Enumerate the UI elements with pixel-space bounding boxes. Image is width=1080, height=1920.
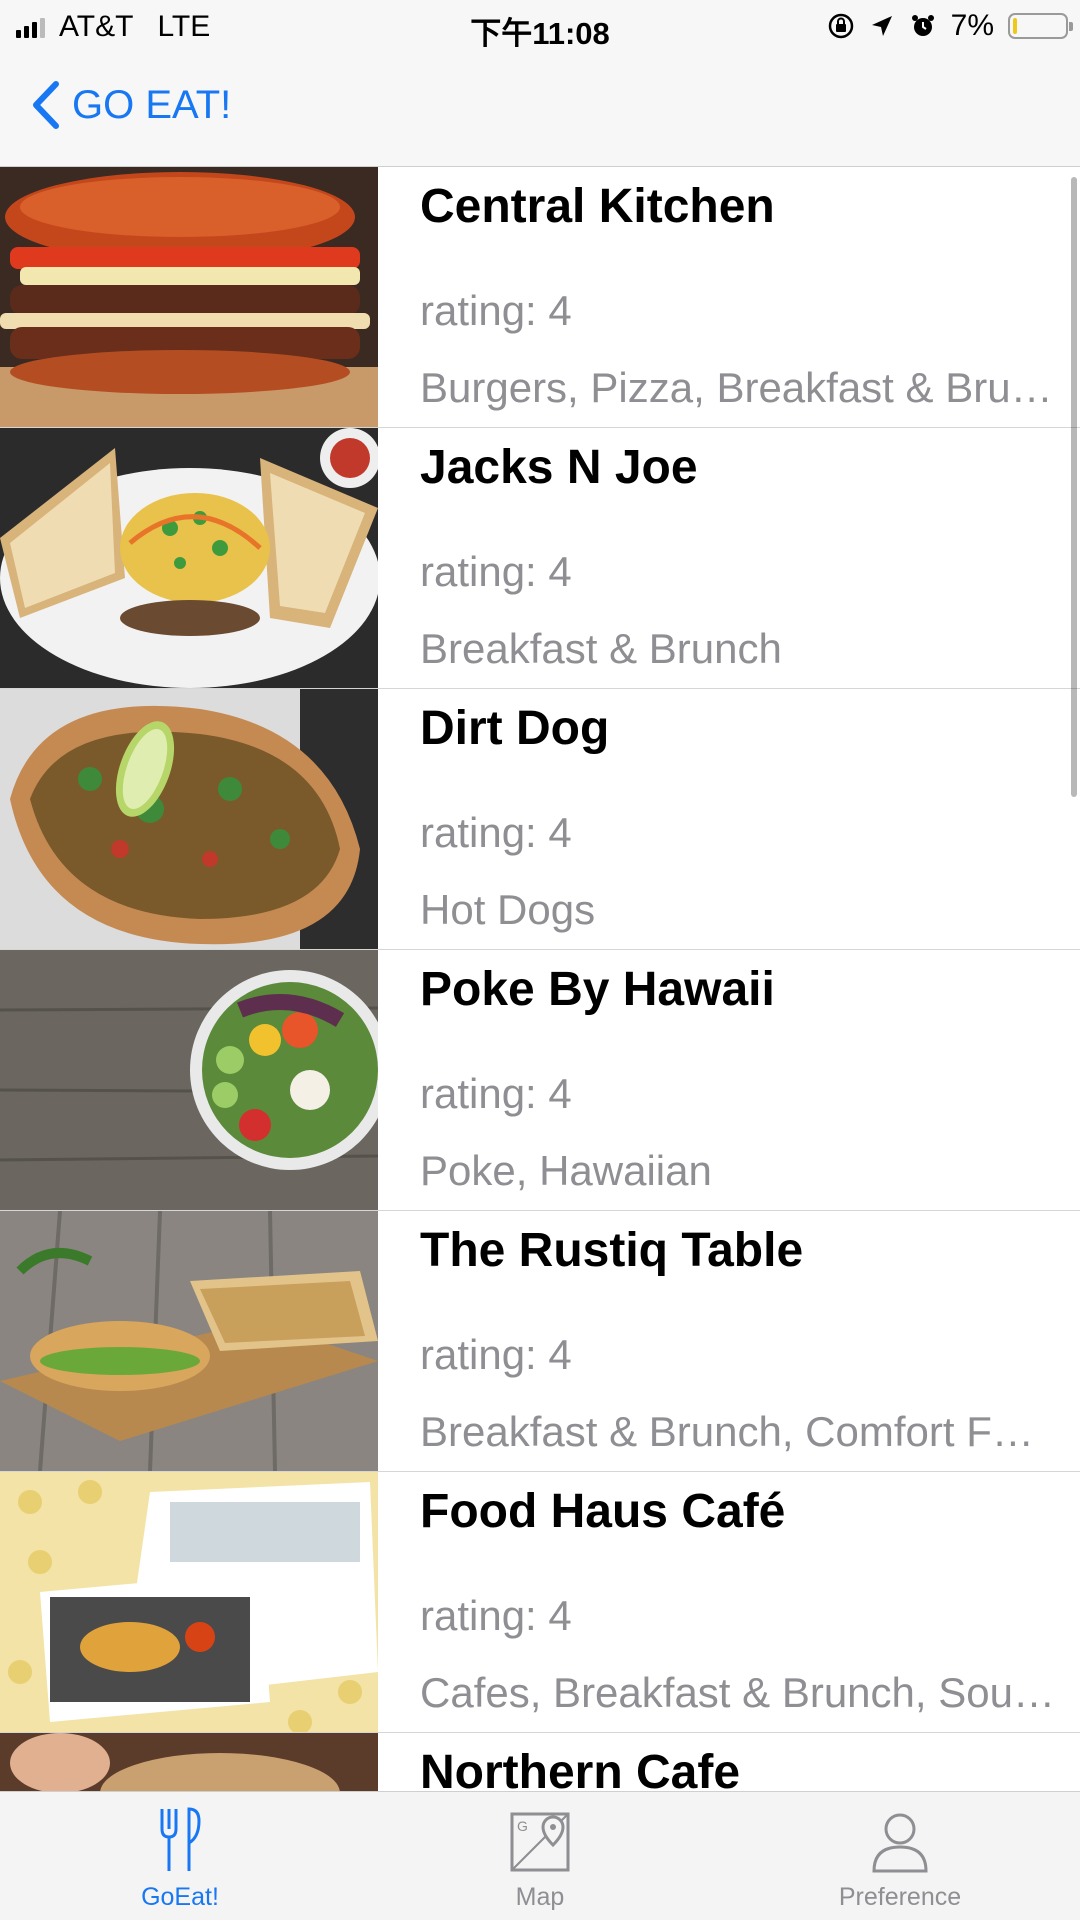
status-bar: AT&T LTE 下午11:08 7% bbox=[0, 0, 1080, 54]
fork-knife-icon bbox=[160, 1807, 201, 1871]
back-button[interactable]: GO EAT! bbox=[30, 80, 231, 130]
tab-preference[interactable]: Preference bbox=[720, 1792, 1080, 1920]
location-arrow-icon bbox=[871, 16, 892, 36]
restaurant-rating: rating: 4 bbox=[420, 1331, 572, 1378]
restaurant-rating: rating: 4 bbox=[420, 1592, 572, 1639]
restaurant-photo bbox=[0, 689, 378, 949]
restaurant-name: Poke By Hawaii bbox=[420, 963, 775, 1016]
alarm-icon bbox=[911, 15, 934, 36]
restaurant-categories: Breakfast & Brunch bbox=[420, 625, 782, 672]
restaurant-photo bbox=[0, 1472, 378, 1732]
restaurant-row[interactable]: Poke By Hawaii rating: 4 Poke, Hawaiian bbox=[0, 950, 1080, 1211]
restaurant-row[interactable]: Central Kitchen rating: 4 Burgers, Pizza… bbox=[0, 167, 1080, 428]
scroll-indicator bbox=[1071, 177, 1077, 797]
restaurant-name: Food Haus Café bbox=[420, 1485, 786, 1538]
restaurant-categories: Burgers, Pizza, Breakfast & Bru… bbox=[420, 364, 1053, 411]
app-screen: AT&T LTE 下午11:08 7% GO EAT! Central Kitc… bbox=[0, 0, 1080, 1920]
restaurant-photo bbox=[0, 1733, 378, 1791]
restaurant-name: Northern Cafe bbox=[420, 1746, 741, 1791]
restaurant-row[interactable]: Jacks N Joe rating: 4 Breakfast & Brunch bbox=[0, 428, 1080, 689]
restaurant-row[interactable]: Dirt Dog rating: 4 Hot Dogs bbox=[0, 689, 1080, 950]
back-button-label: GO EAT! bbox=[72, 82, 232, 127]
restaurant-photo bbox=[0, 1211, 378, 1471]
battery-icon bbox=[1008, 13, 1073, 39]
restaurant-rating: rating: 4 bbox=[420, 548, 572, 595]
chevron-left-icon bbox=[33, 81, 59, 129]
tab-label: Map bbox=[515, 1883, 565, 1911]
restaurant-rating: rating: 4 bbox=[420, 809, 572, 856]
restaurant-categories: Breakfast & Brunch, Comfort F… bbox=[420, 1408, 1034, 1455]
restaurant-categories: Hot Dogs bbox=[420, 886, 596, 933]
restaurant-rating: rating: 4 bbox=[420, 1070, 572, 1117]
restaurant-rating: rating: 4 bbox=[420, 287, 572, 334]
navigation-bar: GO EAT! bbox=[0, 54, 1080, 167]
battery-fill bbox=[1013, 18, 1017, 34]
tab-goeat[interactable]: GoEat! bbox=[0, 1792, 360, 1920]
battery-percent: 7% bbox=[950, 9, 994, 42]
tab-label: Preference bbox=[838, 1883, 962, 1911]
rotation-lock-icon bbox=[828, 13, 853, 39]
restaurant-photo bbox=[0, 167, 378, 427]
restaurant-name: Dirt Dog bbox=[420, 702, 610, 755]
map-icon: G bbox=[510, 1812, 570, 1872]
svg-text:G: G bbox=[517, 1818, 528, 1834]
restaurant-row[interactable]: Food Haus Café rating: 4 Cafes, Breakfas… bbox=[0, 1472, 1080, 1733]
status-right: 7% bbox=[827, 9, 1073, 43]
tab-bar: GoEat! G Map Preference bbox=[0, 1791, 1080, 1920]
restaurant-name: Jacks N Joe bbox=[420, 441, 698, 494]
restaurant-name: Central Kitchen bbox=[420, 180, 775, 233]
restaurant-name: The Rustiq Table bbox=[420, 1224, 804, 1277]
restaurant-list[interactable]: Central Kitchen rating: 4 Burgers, Pizza… bbox=[0, 167, 1080, 1791]
restaurant-row[interactable]: Northern Cafe bbox=[0, 1733, 1080, 1791]
restaurant-categories: Poke, Hawaiian bbox=[420, 1147, 712, 1194]
restaurant-photo bbox=[0, 950, 378, 1210]
tab-label: GoEat! bbox=[141, 1883, 219, 1911]
tab-map[interactable]: G Map bbox=[360, 1792, 720, 1920]
restaurant-categories: Cafes, Breakfast & Brunch, Sou… bbox=[420, 1669, 1055, 1716]
person-icon bbox=[872, 1813, 928, 1873]
restaurant-row[interactable]: The Rustiq Table rating: 4 Breakfast & B… bbox=[0, 1211, 1080, 1472]
restaurant-photo bbox=[0, 428, 378, 688]
